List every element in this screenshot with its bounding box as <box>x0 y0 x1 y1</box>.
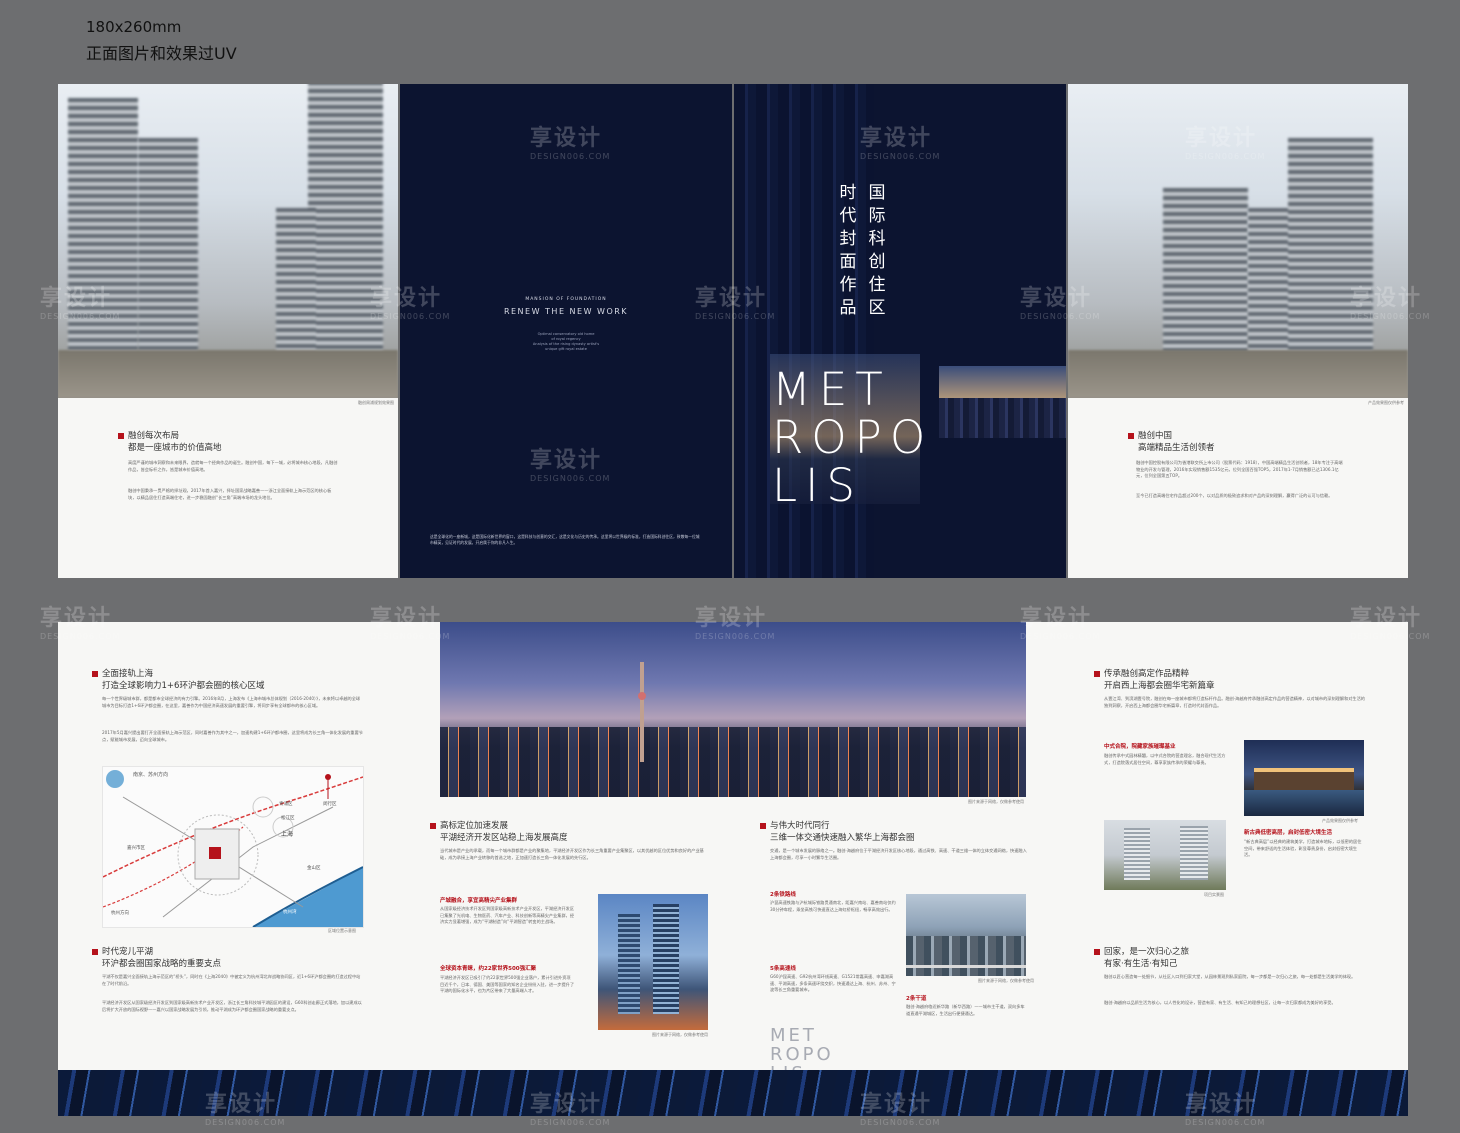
mid-para-3: 平湖经济开发区已吸引了约22家世界500强企业落户，累计引进外资项目近千个，日本… <box>440 975 575 993</box>
watermark: 享设计 DESIGN006.COM <box>1350 606 1431 641</box>
left-title-1: 全面接轨上海 打造全球影响力1+6环沪都会圈的核心区域 <box>92 668 264 692</box>
city-photo-strip <box>939 366 1066 438</box>
tower-photo <box>598 894 708 1030</box>
watermark: 享设计 DESIGN006.COM <box>1350 286 1431 321</box>
cover-left-para1: 高度严谨的城市洞察和未来眼界，造就每一个经典作品的诞生。融创中国，每下一城，必将… <box>128 460 338 472</box>
left-para-3: 平湖不仅是嘉兴全面接轨上海示范区的“桥头”，同时在《上海2040》中被定义为杭州… <box>102 974 361 986</box>
watermark: 享设计 DESIGN006.COM <box>40 286 121 321</box>
watermark: 享设计 DESIGN006.COM <box>530 448 611 483</box>
watermark: 享设计 DESIGN006.COM <box>1020 286 1101 321</box>
mid-para-1: 当代城市是产业的承载，而每一个城市群都是产业的聚集地，平湖经济开发区作为长三角重… <box>440 848 704 860</box>
right-para-2: 融创传承中式园林精髓，以中式合院的营造理念，融合现代生活方式，打造院落式居住空间… <box>1104 753 1226 765</box>
red-heading-3: 2条铁路线 <box>770 892 796 898</box>
map-label-hangzhou: 杭州方向 <box>111 911 129 916</box>
courtyard-photo <box>1244 740 1364 816</box>
residential-caption: 项目实景图 <box>1204 892 1224 897</box>
red-heading-1: 产城融合，享宜高精尖产业集群 <box>440 898 518 904</box>
railway-caption: 图片来源于网络，仅做参考使用 <box>978 978 1034 983</box>
mid-para-4: 交通，是一个城市发展的脉络之一。融创·海越府位于平湖经济开发区核心地段，通过高铁… <box>770 848 1027 860</box>
mid-title-1: 高标定位加速发展 平湖经济开发区站稳上海发展高度 <box>430 820 568 844</box>
left-title-2: 时代宠儿平湖 环沪都会圈国家战略的重要支点 <box>92 946 221 970</box>
watermark: 享设计 DESIGN006.COM <box>1020 606 1101 641</box>
left-para-4: 平湖经济开发区从国家级经济开发区到国家级高新技术产业开发区，浙江长三角科技城平湖… <box>102 1000 362 1012</box>
cover-right-title: 融创中国 高端精品生活创领者 <box>1128 430 1215 454</box>
skyline-caption: 图片来源于网络，仅做参考使用 <box>968 799 1024 804</box>
map-label-minhang: 闵行区 <box>323 802 337 807</box>
watermark: 享设计 DESIGN006.COM <box>370 286 451 321</box>
photo-caption: 融创周浦规划效果图 <box>358 400 394 405</box>
spec-size: 180x260mm <box>86 18 182 36</box>
red-heading-5: 2条干道 <box>906 996 927 1002</box>
watermark: 享设计 DESIGN006.COM <box>695 286 776 321</box>
photo-caption-right: 产品效果图仅供参考 <box>1368 400 1404 405</box>
residential-photo <box>1104 820 1226 890</box>
watermark: 享设计 DESIGN006.COM <box>370 606 451 641</box>
left-para-1: 每一个世界级城市群，都是都市全球经济的有力引擎。2016年8月，上海发布《上海市… <box>102 696 361 708</box>
mid-para-7: 融创·海越府临近新华路（新华西路）——城市主干道，双向多车道直通平湖城区，生活出… <box>906 1004 1025 1016</box>
mid-para-2: 从国家级经济技术开发区到国家级高新技术产业开发区，平湖经济开发区已集聚了光机电、… <box>440 906 575 924</box>
map-label-sea: 杭州湾 <box>283 910 297 915</box>
map-label-shanghai: 上海 <box>281 831 294 838</box>
mid-para-5: 沪昆高速铁路与沪杭城际铁路贯通南北，距嘉兴南站、嘉善南站仅约30分钟车程，乘坐高… <box>770 900 896 912</box>
courtyard-caption: 产品效果图仅供参考 <box>1322 818 1358 823</box>
navy-bottom-text: 这是全球化的一座新城，这是国际化新世界的窗口，这是科技与创意的交汇，这是文化与历… <box>430 534 700 545</box>
metropolis-logo: MET ROPO LIS <box>772 363 934 512</box>
watermark: 享设计 DESIGN006.COM <box>1185 126 1266 161</box>
left-para-2: 2017年5月嘉兴提出要打开全面接轨上海示范区，同时嘉善作为其中之一，加速构建1… <box>102 730 363 742</box>
vertical-title-col1: 国际科创住区 <box>868 183 886 318</box>
mid-para-6: G60沪昆高速、G92杭州湾环线高速、G1521常嘉高速、申嘉湖高速、平湖高速，… <box>770 974 896 992</box>
red-heading-7: 新古典低密高层，启封低密大境生活 <box>1244 830 1333 836</box>
small-lines: Optimal conservatory old home of royal r… <box>532 332 600 351</box>
map-label-nanjing: 南京、苏州方向 <box>133 772 169 778</box>
cover-left-page: 融创周浦规划效果图 融创每次布局 都是一座城市的价值高地 高度严谨的城市洞察和未… <box>58 84 398 578</box>
cover-right-para2: 至今已打造高端住宅作品超过200个，以对品质的极致追求和对产品的深刻理解，赢得广… <box>1136 493 1333 498</box>
watermark: 享设计 DESIGN006.COM <box>860 126 941 161</box>
watermark: 享设计 DESIGN006.COM <box>530 126 611 161</box>
shanghai-skyline-photo <box>440 622 1026 797</box>
watermark: 享设计 DESIGN006.COM <box>40 606 121 641</box>
watermark: 享设计 DESIGN006.COM <box>860 1092 941 1127</box>
watermark: 享设计 DESIGN006.COM <box>1185 1092 1266 1127</box>
map-label-songjiang: 松江区 <box>281 816 295 821</box>
spec-note: 正面图片和效果过UV <box>86 44 237 63</box>
inner-spread: 图片来源于网络，仅做参考使用 全面接轨上海 打造全球影响力1+6环沪都会圈的核心… <box>58 622 1408 1116</box>
cover-left-para2: 融创中国秉承一贯严格的择址观，2017年首入嘉兴，择址国家战略嘉善——浙江全面接… <box>128 488 332 500</box>
right-para-1: 从壹江湾、到滨湖壹号院，融创在每一座城市都将打造标杆作品。融创·海越府传承融创高… <box>1104 696 1365 708</box>
map-label-jinshan: 金山区 <box>307 866 321 871</box>
right-para-5: 融创·海越府以品质生活为核心，以人性化的设计，营造有家、有生活、有知己的理想社区… <box>1104 1000 1336 1005</box>
watermark: 享设计 DESIGN006.COM <box>205 1092 286 1127</box>
cover-left-title: 融创每次布局 都是一座城市的价值高地 <box>118 430 222 454</box>
tower-caption: 图片来源于网络，仅做参考使用 <box>652 1032 708 1037</box>
map-label-qingpu: 青浦区 <box>279 802 293 807</box>
right-para-4: 融创以匠心营造每一处细节，从社区入口到归家大堂，从园林景观到私家庭院，每一步都是… <box>1104 974 1356 979</box>
red-heading-6: 中式合院，院藏家族璀璨基业 <box>1104 744 1176 750</box>
right-para-3: “新古典高层”以经典的建筑美学，打造城市地标，以低密的居住空间，带来舒适的生活体… <box>1244 839 1362 857</box>
right-title-2: 回家，是一次归心之旅 有家·有生活·有知己 <box>1094 946 1189 970</box>
red-heading-2: 全球资本青睐，约22家世界500强汇聚 <box>440 966 537 972</box>
building-photo-left <box>58 84 398 398</box>
watermark: 享设计 DESIGN006.COM <box>695 606 776 641</box>
railway-photo <box>906 894 1026 976</box>
watermark: 享设计 DESIGN006.COM <box>530 1092 611 1127</box>
red-heading-4: 5条高速线 <box>770 966 796 972</box>
region-map: 南京、苏州方向 嘉兴市区 上海 青浦区 闵行区 松江区 金山区 杭州方向 杭州湾 <box>102 766 364 928</box>
right-title-1: 传承融创高定作品精粹 开启西上海都会圈华宅新篇章 <box>1094 668 1215 692</box>
cover-right-para1: 融创中国控股有限公司为香港联交所上市公司（股票代码：1918），中国高端精品生活… <box>1136 460 1343 478</box>
map-label-jiaxing: 嘉兴市区 <box>127 846 145 851</box>
vertical-title-col2: 时代封面作品 <box>839 183 857 318</box>
map-caption: 区域位置示意图 <box>328 928 356 933</box>
mid-title-2: 与伟大时代同行 三维一体交通快速融入繁华上海都会圈 <box>760 820 915 844</box>
